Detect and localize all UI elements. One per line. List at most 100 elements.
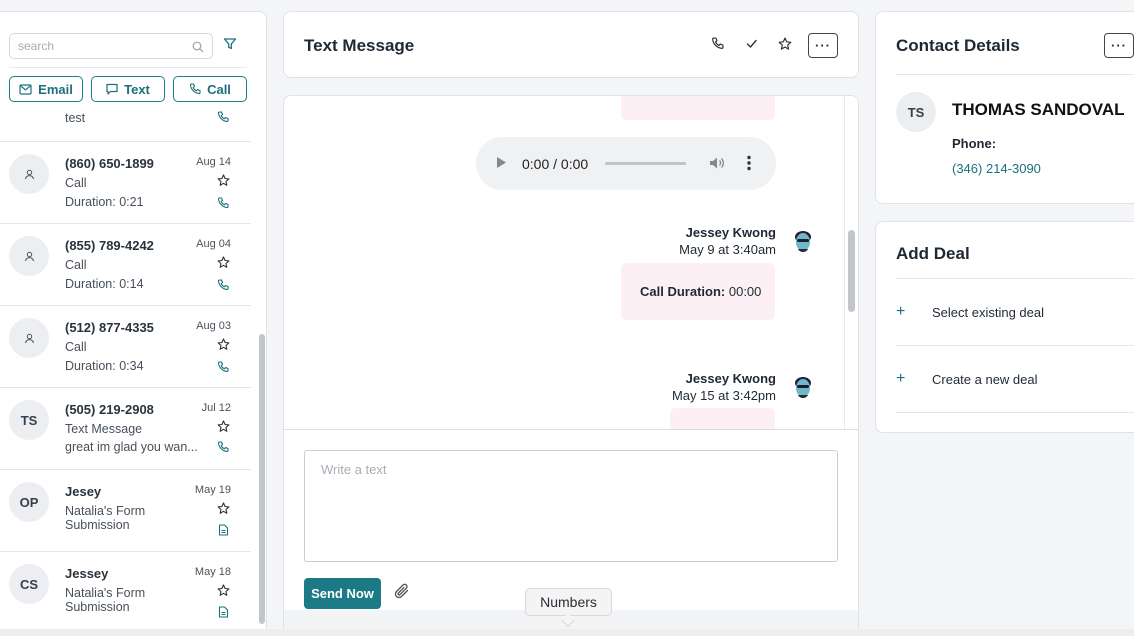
- email-icon: [19, 83, 32, 95]
- more-options-button[interactable]: ···: [808, 33, 838, 58]
- audio-progress[interactable]: [605, 162, 686, 165]
- list-item-date: May 18: [194, 566, 231, 578]
- list-item[interactable]: OP Jesey May 19 Natalia's Form Submissio…: [0, 470, 251, 552]
- call-button-label: Call: [207, 81, 231, 97]
- star-icon[interactable]: [217, 256, 230, 274]
- send-now-button[interactable]: Send Now: [304, 578, 381, 609]
- volume-icon[interactable]: [709, 156, 725, 175]
- paperclip-icon[interactable]: [393, 582, 411, 605]
- list-item[interactable]: TS (505) 219-2908 Jul 12 Text Message gr…: [0, 388, 251, 470]
- list-item[interactable]: (860) 650-1899 Aug 14 Call Duration: 0:2…: [0, 142, 251, 224]
- list-item-name: (505) 219-2908: [65, 402, 154, 417]
- star-icon[interactable]: [217, 420, 230, 438]
- list-item-type: Call: [65, 258, 87, 272]
- phone-icon: [217, 278, 229, 296]
- star-icon[interactable]: [217, 338, 230, 356]
- message-bubble: [670, 408, 775, 429]
- phone-link[interactable]: (346) 214-3090: [952, 161, 1041, 176]
- list-item-name: Jesey: [65, 484, 102, 499]
- star-icon[interactable]: [217, 502, 230, 520]
- star-icon[interactable]: [778, 37, 792, 56]
- list-item-date: Jul 12: [201, 402, 231, 414]
- divider: [9, 67, 247, 68]
- list-item-date: May 19: [194, 484, 231, 496]
- thread-scrollbar[interactable]: [844, 96, 858, 429]
- filter-icon[interactable]: [223, 37, 237, 56]
- conversation-list-panel: Email Text Call test (860) 650-1899 Aug …: [0, 11, 267, 636]
- ellipsis-icon: ···: [1111, 38, 1127, 53]
- conversation-panel: 0:00 / 0:00 Jessey Kwong May 9 at 3:40am…: [283, 95, 859, 636]
- thread-scrollbar-thumb[interactable]: [848, 230, 855, 312]
- list-item-type: Natalia's Form: [65, 586, 146, 600]
- avatar: [9, 318, 49, 358]
- list-item-name: Jessey: [65, 566, 109, 581]
- audio-player[interactable]: 0:00 / 0:00: [476, 137, 776, 190]
- add-deal-panel: Add Deal + Select existing deal + Create…: [875, 221, 1134, 433]
- list-item-preview: Duration: 0:21: [65, 195, 144, 209]
- text-button[interactable]: Text: [91, 76, 165, 102]
- sender-avatar: [792, 373, 814, 403]
- list-item[interactable]: (855) 789-4242 Aug 04 Call Duration: 0:1…: [0, 224, 251, 306]
- list-item-type: Text Message: [65, 422, 143, 436]
- search-icon[interactable]: [192, 40, 204, 58]
- select-existing-deal-option[interactable]: + Select existing deal: [896, 292, 1134, 332]
- user-icon: [24, 333, 34, 343]
- sender-name: Jessey Kwong: [685, 225, 776, 240]
- message-bubble: [621, 96, 775, 120]
- avatar: OP: [9, 482, 49, 522]
- play-icon[interactable]: [496, 156, 507, 174]
- avatar: TS: [9, 400, 49, 440]
- divider: [284, 429, 858, 430]
- phone-icon[interactable]: [711, 37, 724, 55]
- list-item-date: Aug 03: [196, 320, 231, 332]
- message-input[interactable]: [304, 450, 838, 562]
- list-item-type: Call: [65, 340, 87, 354]
- star-icon[interactable]: [217, 174, 230, 192]
- create-new-deal-option[interactable]: + Create a new deal: [896, 359, 1134, 399]
- phone-icon: [217, 196, 229, 214]
- phone-icon: [217, 360, 229, 378]
- list-item-date: Aug 04: [196, 238, 231, 250]
- list-scrollbar-thumb[interactable]: [259, 334, 265, 624]
- plus-icon: +: [896, 370, 906, 387]
- chat-icon: [106, 83, 118, 95]
- list-item[interactable]: test: [0, 109, 251, 142]
- call-duration-label: Call Duration:: [640, 284, 726, 299]
- email-button-label: Email: [38, 81, 73, 97]
- call-duration-value: 00:00: [728, 284, 762, 299]
- list-item-name: (512) 877-4335: [65, 320, 154, 335]
- list-item[interactable]: CS Jessey May 18 Natalia's Form Submissi…: [0, 552, 251, 634]
- check-icon[interactable]: [745, 37, 758, 55]
- user-icon: [24, 169, 34, 179]
- list-item[interactable]: (512) 877-4335 Aug 03 Call Duration: 0:3…: [0, 306, 251, 388]
- call-button[interactable]: Call: [173, 76, 247, 102]
- divider: [896, 345, 1134, 346]
- contact-name: THOMAS SANDOVAL: [952, 100, 1125, 119]
- search-box[interactable]: [9, 33, 213, 59]
- add-deal-title: Add Deal: [896, 244, 970, 263]
- kebab-menu-icon[interactable]: [747, 155, 751, 176]
- contact-more-options-button[interactable]: ···: [1104, 33, 1134, 58]
- star-icon[interactable]: [217, 584, 230, 602]
- message-time: May 15 at 3:42pm: [671, 388, 776, 403]
- message-thread: 0:00 / 0:00 Jessey Kwong May 9 at 3:40am…: [284, 96, 844, 429]
- list-scrollbar[interactable]: [257, 109, 266, 635]
- conversation-header: Text Message ···: [283, 11, 859, 78]
- avatar: [9, 236, 49, 276]
- conversation-list: test (860) 650-1899 Aug 14 Call Duration…: [0, 109, 251, 635]
- list-item-preview: Duration: 0:14: [65, 277, 144, 291]
- deal-option-label: Select existing deal: [932, 304, 1045, 320]
- search-input[interactable]: [10, 34, 180, 58]
- window-bottom-edge: [0, 629, 1134, 636]
- document-icon: [218, 523, 229, 541]
- document-icon: [218, 605, 229, 623]
- list-item-preview: Submission: [65, 518, 130, 532]
- phone-icon: [217, 110, 229, 128]
- divider: [896, 412, 1134, 413]
- contact-avatar: TS: [896, 92, 936, 132]
- deal-option-label: Create a new deal: [932, 371, 1038, 387]
- list-item-preview: great im glad you wan...: [65, 440, 198, 454]
- avatar: [9, 154, 49, 194]
- user-icon: [24, 251, 34, 261]
- email-button[interactable]: Email: [9, 76, 83, 102]
